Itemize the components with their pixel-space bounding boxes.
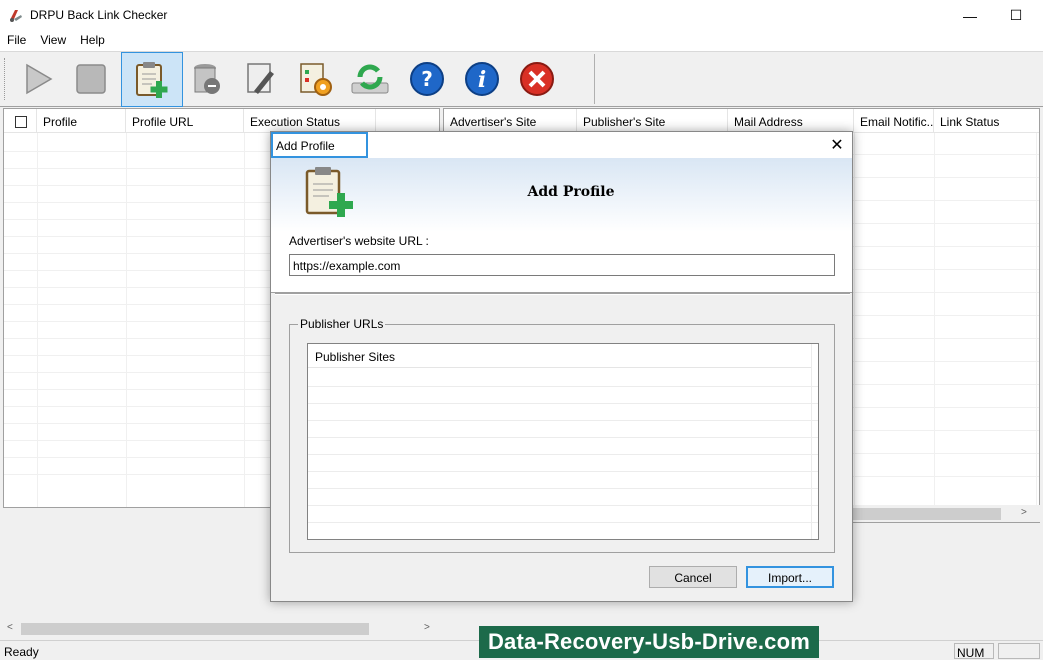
exit-button[interactable] <box>508 52 566 106</box>
title-bar: DRPU Back Link Checker — ☐ <box>0 0 1043 31</box>
exit-icon <box>520 62 554 96</box>
dialog-title-bar: Add Profile ✕ <box>271 132 852 158</box>
scroll-left-arrow[interactable]: < <box>7 622 13 633</box>
import-button[interactable]: Import... <box>746 566 834 588</box>
watermark-banner: Data-Recovery-Usb-Drive.com <box>479 626 819 658</box>
left-horizontal-scrollbar[interactable]: < > <box>3 620 440 637</box>
svg-text:i: i <box>478 67 486 93</box>
select-all-checkbox[interactable] <box>15 116 27 128</box>
grid-line <box>308 471 818 472</box>
column-execution-status[interactable]: Execution Status <box>244 109 376 133</box>
publisher-urls-group: Publisher URLs Publisher Sites <box>289 317 835 553</box>
scroll-thumb[interactable] <box>851 508 1001 520</box>
select-all-column <box>4 109 37 133</box>
grid-line <box>308 505 818 506</box>
advertiser-url-input[interactable]: https://example.com <box>289 254 835 276</box>
add-profile-button[interactable] <box>121 52 183 107</box>
menu-file[interactable]: File <box>0 31 33 51</box>
grid-line <box>934 133 935 505</box>
column-profile-url[interactable]: Profile URL <box>126 109 244 133</box>
link-table-header: Advertiser's Site Publisher's Site Mail … <box>444 109 1039 133</box>
info-button[interactable]: i <box>453 52 511 106</box>
toolbar: ? i <box>0 51 1043 107</box>
dialog-heading: Add Profile <box>527 184 615 200</box>
column-mail-address[interactable]: Mail Address <box>728 109 854 133</box>
cancel-button[interactable]: Cancel <box>649 566 737 588</box>
menu-bar: File View Help <box>0 31 1043 51</box>
grid-line <box>308 522 818 523</box>
add-profile-dialog: Add Profile ✕ Add Profile Advertiser's w… <box>270 131 853 602</box>
publisher-sites-list[interactable]: Publisher Sites <box>307 343 819 540</box>
stop-icon <box>76 64 106 94</box>
maximize-button[interactable]: ☐ <box>993 0 1039 31</box>
refresh-button[interactable] <box>341 52 399 106</box>
dialog-close-button[interactable]: ✕ <box>825 135 849 155</box>
app-window: DRPU Back Link Checker — ☐ File View Hel… <box>0 0 1043 660</box>
edit-profile-button[interactable] <box>231 52 289 106</box>
help-icon: ? <box>410 62 444 96</box>
grid-line <box>1036 133 1037 505</box>
grid-line <box>308 420 818 421</box>
toolbar-grip <box>4 58 6 100</box>
info-icon: i <box>465 62 499 96</box>
delete-profile-button[interactable] <box>176 52 234 106</box>
column-advertisers-site[interactable]: Advertiser's Site <box>444 109 577 133</box>
num-lock-indicator: NUM <box>954 643 994 660</box>
column-link-status[interactable]: Link Status <box>934 109 1039 133</box>
grid-line <box>308 386 818 387</box>
grid-line <box>308 454 818 455</box>
dialog-divider <box>275 293 850 295</box>
settings-icon <box>300 63 332 96</box>
publisher-sites-header[interactable]: Publisher Sites <box>308 344 812 368</box>
scroll-right-arrow[interactable]: > <box>1021 507 1027 518</box>
dialog-banner: Add Profile Advertiser's website URL : h… <box>271 158 852 293</box>
stop-button[interactable] <box>62 52 120 106</box>
edit-profile-icon <box>247 63 274 94</box>
svg-text:?: ? <box>421 67 433 91</box>
play-icon <box>26 63 53 95</box>
status-text: Ready <box>4 645 39 659</box>
dialog-title: Add Profile <box>271 132 368 158</box>
settings-button[interactable] <box>286 52 344 106</box>
column-email-notification[interactable]: Email Notific... <box>854 109 934 133</box>
column-profile[interactable]: Profile <box>37 109 126 133</box>
start-button[interactable] <box>8 52 66 106</box>
delete-profile-icon <box>194 64 220 94</box>
grid-line <box>308 488 818 489</box>
menu-help[interactable]: Help <box>73 31 112 51</box>
minimize-button[interactable]: — <box>947 0 993 31</box>
column-publishers-site[interactable]: Publisher's Site <box>577 109 728 133</box>
profile-table-header: Profile Profile URL Execution Status <box>4 109 439 133</box>
app-logo-icon <box>10 10 22 22</box>
window-title: DRPU Back Link Checker <box>30 8 168 22</box>
publisher-urls-group-title: Publisher URLs <box>298 317 386 331</box>
grid-line <box>308 437 818 438</box>
grid-line <box>811 344 812 539</box>
advertiser-url-label: Advertiser's website URL : <box>289 234 429 248</box>
scroll-right-arrow[interactable]: > <box>424 622 430 633</box>
help-button[interactable]: ? <box>398 52 456 106</box>
status-pane <box>998 643 1040 659</box>
toolbar-separator <box>594 54 595 104</box>
refresh-icon <box>351 64 389 94</box>
grid-line <box>308 403 818 404</box>
menu-view[interactable]: View <box>33 31 73 51</box>
scroll-thumb[interactable] <box>21 623 369 635</box>
add-profile-icon <box>136 61 168 98</box>
